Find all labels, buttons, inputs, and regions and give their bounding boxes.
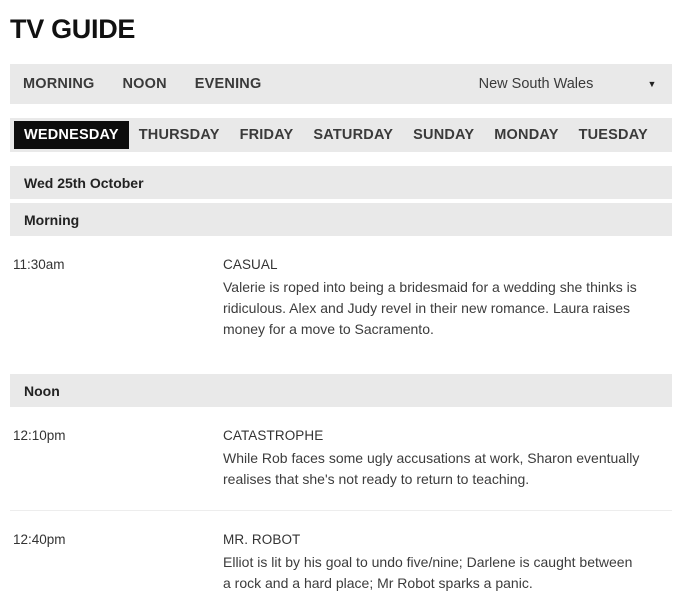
listing-row[interactable]: 12:10pm CATASTROPHE While Rob faces some… xyxy=(10,407,672,510)
page-title: TV GUIDE xyxy=(10,14,136,44)
tv-guide-page: TV GUIDE MORNING NOON EVENING New South … xyxy=(0,0,682,614)
day-tab-wednesday[interactable]: WEDNESDAY xyxy=(14,121,129,149)
listing-row[interactable]: 12:40pm MR. ROBOT Elliot is lit by his g… xyxy=(10,510,672,614)
listing-body: CASUAL Valerie is roped into being a bri… xyxy=(223,255,672,340)
listing-description: Elliot is lit by his goal to undo five/n… xyxy=(223,554,633,591)
day-tab-monday[interactable]: MONDAY xyxy=(484,121,568,149)
listing-row[interactable]: 11:30am CASUAL Valerie is roped into bei… xyxy=(10,236,672,360)
listing-body: CATASTROPHE While Rob faces some ugly ac… xyxy=(223,426,672,490)
listing-body: MR. ROBOT Elliot is lit by his goal to u… xyxy=(223,530,672,594)
section-header-noon: Noon xyxy=(10,374,672,407)
daypart-link-noon[interactable]: NOON xyxy=(122,76,166,92)
daypart-toolbar: MORNING NOON EVENING New South Wales ▼ xyxy=(10,64,672,104)
section-header-morning: Morning xyxy=(10,203,672,236)
section-header-noon-label: Noon xyxy=(24,382,60,399)
region-select-value: New South Wales xyxy=(478,76,594,92)
daypart-nav: MORNING NOON EVENING xyxy=(10,76,289,92)
listing-title: MR. ROBOT xyxy=(223,532,301,547)
day-tab-sunday[interactable]: SUNDAY xyxy=(403,121,484,149)
section-header-morning-label: Morning xyxy=(24,211,80,228)
listing-title: CATASTROPHE xyxy=(223,428,324,443)
chevron-down-icon[interactable]: ▼ xyxy=(640,79,672,89)
listing-time: 12:10pm xyxy=(13,428,66,443)
day-tabs: WEDNESDAY THURSDAY FRIDAY SATURDAY SUNDA… xyxy=(10,118,672,152)
listing-title: CASUAL xyxy=(223,257,278,272)
listings-noon: 12:10pm CATASTROPHE While Rob faces some… xyxy=(0,407,682,614)
listings-morning: 11:30am CASUAL Valerie is roped into bei… xyxy=(0,236,682,360)
daypart-link-morning[interactable]: MORNING xyxy=(23,76,94,92)
listing-time: 12:40pm xyxy=(13,532,66,547)
day-tab-tuesday[interactable]: TUESDAY xyxy=(569,121,658,149)
day-tab-thursday[interactable]: THURSDAY xyxy=(129,121,230,149)
date-header-label: Wed 25th October xyxy=(24,174,144,191)
date-header: Wed 25th October xyxy=(10,166,672,199)
listing-time: 11:30am xyxy=(13,257,65,272)
listing-description: Valerie is roped into being a bridesmaid… xyxy=(223,279,637,337)
listing-description: While Rob faces some ugly accusations at… xyxy=(223,450,640,487)
day-tab-friday[interactable]: FRIDAY xyxy=(230,121,304,149)
daypart-link-evening[interactable]: EVENING xyxy=(195,76,262,92)
day-tab-saturday[interactable]: SATURDAY xyxy=(303,121,403,149)
region-select[interactable]: New South Wales ▼ xyxy=(432,64,672,104)
